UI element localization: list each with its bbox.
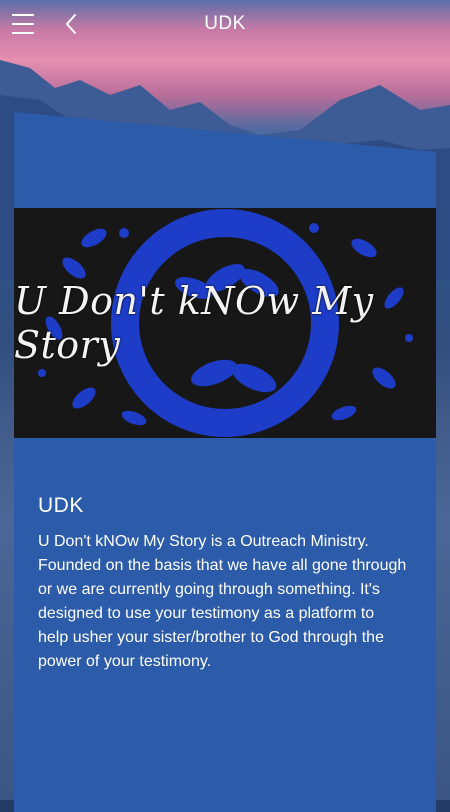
article-content: UDK U Don't kNOw My Story is a Outreach … (38, 494, 408, 674)
article-title: UDK (38, 494, 84, 517)
banner-title: U Don't kNOw My Story (14, 279, 374, 367)
hamburger-menu-icon[interactable] (12, 12, 36, 36)
top-app-bar: UDK (0, 0, 450, 48)
chevron-left-icon[interactable] (60, 12, 84, 36)
article-body: U Don't kNOw My Story is a Outreach Mini… (38, 533, 407, 670)
banner-image: U Don't kNOw My Story (14, 208, 436, 438)
page-title: UDK (204, 13, 246, 34)
